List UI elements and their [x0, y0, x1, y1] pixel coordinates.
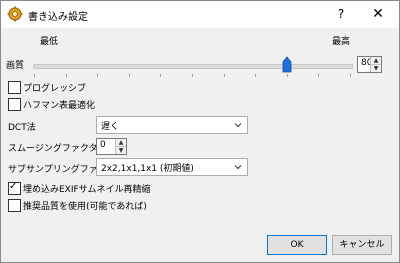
slider-tick: [350, 74, 351, 77]
smoothing-spin-arrows[interactable]: ▲ ▼: [115, 139, 126, 154]
close-button[interactable]: ✕: [366, 4, 390, 24]
quality-spin-arrows[interactable]: ▲ ▼: [370, 57, 381, 72]
embed-exif-checkbox[interactable]: ✓: [8, 181, 21, 195]
smoothing-value[interactable]: 0: [100, 140, 106, 150]
slider-tick: [192, 74, 193, 77]
dct-value: 遅く: [101, 122, 120, 132]
quality-spinbox[interactable]: 80 ▲ ▼: [357, 56, 382, 73]
write-settings-dialog: 書き込み設定 ? ✕ 最低 最高 画質 80 ▲ ▼ プログレッシブ ハフマン表…: [0, 0, 400, 263]
recommended-quality-label[interactable]: 推奨品質を使用(可能であれば): [23, 199, 147, 212]
quality-spin-down-icon[interactable]: ▼: [371, 65, 381, 72]
progressive-label[interactable]: プログレッシブ: [23, 81, 86, 94]
subsampling-value: 2x2,1x1,1x1 (初期値): [101, 164, 194, 174]
quality-slider-track[interactable]: [33, 64, 353, 69]
slider-tick: [224, 74, 225, 77]
chevron-down-icon: [234, 165, 242, 170]
slider-tick: [97, 74, 98, 77]
smoothing-spinbox[interactable]: 0 ▲ ▼: [96, 138, 127, 155]
recommended-quality-checkbox[interactable]: [8, 199, 21, 212]
dct-label: DCT法: [8, 123, 36, 133]
quality-spin-up-icon[interactable]: ▲: [371, 57, 381, 65]
quality-max-label: 最高: [332, 37, 351, 47]
subsampling-select[interactable]: 2x2,1x1,1x1 (初期値): [96, 158, 248, 176]
smoothing-spin-down-icon[interactable]: ▼: [116, 147, 126, 154]
quality-label: 画質: [6, 61, 25, 71]
slider-tick: [318, 74, 319, 77]
checkmark-icon: ✓: [9, 181, 18, 192]
gear-app-icon: [7, 6, 23, 22]
slider-tick: [34, 74, 35, 77]
ok-button[interactable]: OK: [267, 235, 327, 255]
smoothing-label: スムージングファクタ: [8, 144, 98, 154]
slider-tick: [160, 74, 161, 77]
smoothing-spin-up-icon[interactable]: ▲: [116, 139, 126, 147]
cancel-button[interactable]: キャンセル: [332, 235, 392, 255]
slider-tick: [129, 74, 130, 77]
slider-tick: [255, 74, 256, 77]
slider-tick: [287, 74, 288, 77]
quality-min-label: 最低: [40, 37, 59, 47]
chevron-down-icon: [234, 123, 242, 128]
title-bar: 書き込み設定 ? ✕: [1, 1, 399, 28]
quality-slider-thumb[interactable]: [282, 56, 292, 73]
slider-tick: [66, 74, 67, 77]
progressive-checkbox[interactable]: [8, 81, 21, 94]
help-button[interactable]: ?: [331, 4, 351, 24]
window-title: 書き込み設定: [28, 12, 88, 23]
huffman-label[interactable]: ハフマン表最適化: [23, 98, 95, 111]
embed-exif-label[interactable]: 埋め込みEXIFサムネイル再精縮: [23, 182, 151, 195]
dct-select[interactable]: 遅く: [96, 116, 248, 134]
huffman-checkbox[interactable]: [8, 98, 21, 111]
